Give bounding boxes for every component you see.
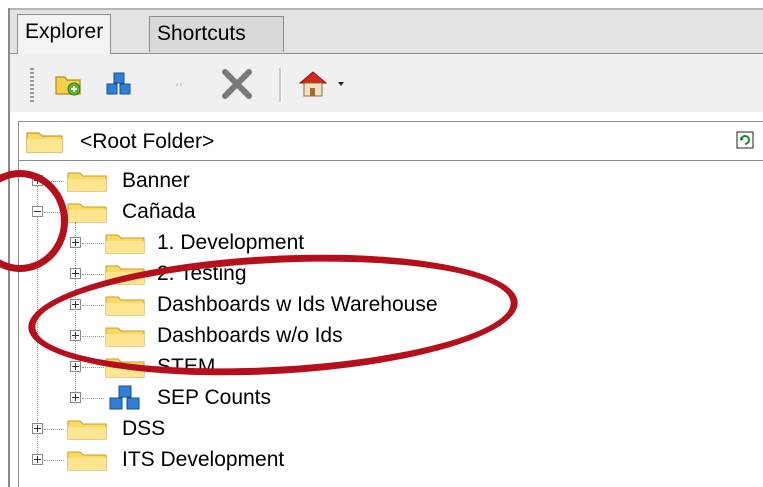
root-folder-icon — [26, 132, 63, 153]
delete-button[interactable] — [220, 67, 254, 101]
new-dashboard-icon — [106, 72, 131, 95]
tree-item-sep-counts[interactable]: SEP Counts — [157, 385, 271, 411]
new-folder-button[interactable] — [52, 67, 86, 101]
tab-strip — [10, 10, 763, 54]
tree-item-development[interactable]: 1. Development — [157, 230, 304, 256]
expand-toggle[interactable] — [32, 423, 43, 434]
dashboard-icon — [109, 385, 140, 410]
home-dropdown-button[interactable] — [296, 67, 350, 101]
expand-toggle[interactable] — [70, 237, 81, 248]
tree-item-canada[interactable]: Cañada — [122, 199, 196, 225]
expand-toggle[interactable] — [70, 361, 81, 372]
tree-item-its-development[interactable]: ITS Development — [122, 447, 284, 473]
disabled-button[interactable] — [163, 67, 197, 101]
folder-icon — [67, 203, 107, 223]
refresh-icon[interactable] — [736, 131, 754, 149]
new-folder-icon — [55, 76, 81, 96]
tab-shortcuts[interactable]: Shortcuts — [149, 16, 284, 52]
top-border — [8, 8, 763, 10]
expand-toggle[interactable] — [32, 454, 43, 465]
small-disabled-icon — [176, 83, 182, 86]
folder-icon — [67, 172, 107, 192]
expand-toggle[interactable] — [70, 268, 81, 279]
delete-x-icon — [222, 69, 252, 99]
folder-icon — [67, 420, 107, 440]
home-dropdown-icon — [298, 71, 344, 97]
root-folder-label: <Root Folder> — [80, 130, 215, 153]
explorer-panel: Explorer Shortcuts <Root Folder> Banner … — [0, 0, 763, 487]
toolbar-separator — [279, 68, 282, 102]
tree-item-banner[interactable]: Banner — [122, 168, 190, 194]
tab-explorer[interactable]: Explorer — [17, 14, 112, 54]
folder-icon — [67, 451, 107, 471]
tree-item-dss[interactable]: DSS — [122, 416, 165, 442]
expand-toggle[interactable] — [70, 392, 81, 403]
toolbar-grip[interactable] — [30, 68, 34, 102]
new-dashboard-button[interactable] — [102, 67, 136, 101]
folder-icon — [105, 234, 145, 254]
